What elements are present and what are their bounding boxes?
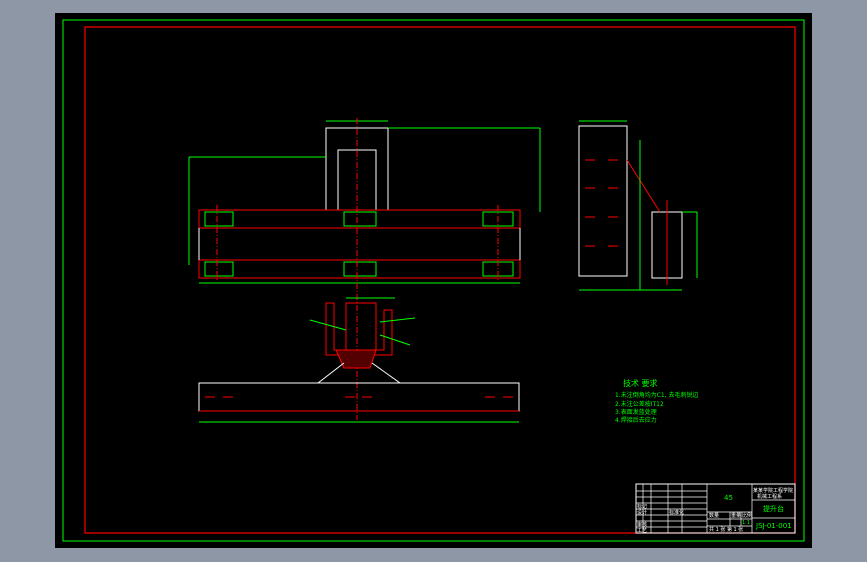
inner-border — [84, 26, 796, 534]
svg-text:共 1 张 第 1 张: 共 1 张 第 1 张 — [709, 526, 743, 533]
drawing-svg: 技术 要求 1.未注倒角均为C1, 去毛刺锐边 2.未注公差按IT12 3.表面… — [62, 19, 805, 542]
material: 45 — [724, 494, 733, 502]
svg-text:标记: 标记 — [637, 503, 647, 510]
svg-text:2.未注公差按IT12: 2.未注公差按IT12 — [615, 400, 664, 408]
svg-text:比例: 比例 — [742, 512, 752, 519]
svg-text:标准化: 标准化 — [669, 509, 684, 516]
tech-req-title: 技术 要求 — [623, 378, 658, 388]
svg-text:某某学院工程学院: 某某学院工程学院 — [753, 487, 793, 494]
title-block: 标记 设计 审核 工艺 标准化 数量 重量 比例 共 1 张 第 1 张 某某学… — [635, 483, 796, 534]
svg-text:3.表面发蓝处理: 3.表面发蓝处理 — [615, 408, 657, 416]
svg-text:设计: 设计 — [637, 509, 647, 516]
svg-text:1.未注倒角均为C1, 去毛刺锐边: 1.未注倒角均为C1, 去毛刺锐边 — [615, 391, 699, 399]
tech-requirements: 技术 要求 1.未注倒角均为C1, 去毛刺锐边 2.未注公差按IT12 3.表面… — [615, 378, 699, 424]
base-plate-view — [198, 382, 520, 423]
side-view — [578, 120, 698, 291]
part-name: 提升台 — [763, 504, 784, 513]
svg-text:工艺: 工艺 — [637, 528, 647, 534]
svg-text:1:1: 1:1 — [742, 520, 750, 526]
svg-text:重量: 重量 — [731, 512, 741, 519]
svg-text:机械工程系: 机械工程系 — [757, 493, 782, 500]
drawing-number: JSJ-01-001 — [755, 522, 792, 530]
front-view — [188, 118, 541, 420]
section-detail — [309, 297, 416, 384]
svg-text:4.焊接后去应力: 4.焊接后去应力 — [615, 416, 657, 424]
drawing-sheet: 技术 要求 1.未注倒角均为C1, 去毛刺锐边 2.未注公差按IT12 3.表面… — [55, 13, 812, 548]
svg-text:数量: 数量 — [709, 512, 719, 519]
cad-viewport[interactable]: 技术 要求 1.未注倒角均为C1, 去毛刺锐边 2.未注公差按IT12 3.表面… — [0, 0, 867, 562]
svg-text:审核: 审核 — [637, 521, 647, 528]
outer-frame — [62, 19, 805, 542]
